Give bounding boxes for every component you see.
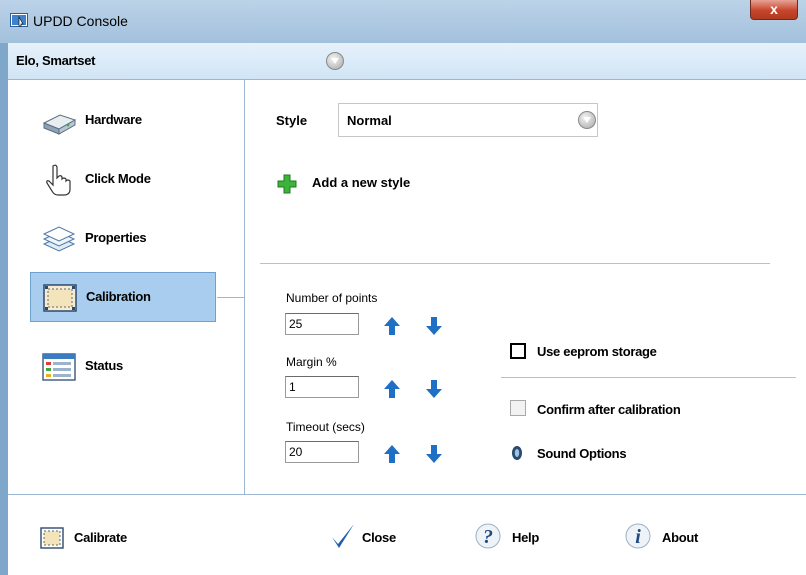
margin-input[interactable] [285,376,359,398]
main-panel: Hardware Click Mode Properties Calibrati… [8,80,806,494]
calibrate-icon [40,527,64,549]
calibrate-label: Calibrate [74,530,127,545]
sidebar-item-label: Click Mode [85,171,151,186]
timeout-input[interactable] [285,441,359,463]
eeprom-checkbox[interactable] [510,343,526,359]
style-label: Style [276,113,308,128]
device-name: Elo, Smartset [16,53,96,68]
window: UPDD Console x Elo, Smartset Hardware Cl… [0,0,806,575]
sidebar-item-hardware[interactable]: Hardware [30,96,216,146]
margin-up-arrow-icon[interactable] [382,378,402,400]
style-select[interactable]: Normal [338,103,598,137]
green-plus-icon [277,174,297,194]
calibration-icon [43,284,77,312]
sidebar-item-label: Status [85,358,123,373]
device-bar: Elo, Smartset [8,43,806,80]
help-label: Help [512,530,539,545]
sidebar-item-label: Hardware [85,112,142,127]
sidebar-item-label: Properties [85,230,147,245]
margin-down-arrow-icon[interactable] [424,378,444,400]
svg-text:?: ? [483,526,493,548]
hand-pointer-icon [46,164,71,196]
layers-icon [42,226,76,252]
add-style-label: Add a new style [312,175,411,190]
device-dropdown-icon[interactable] [326,52,344,70]
timeout-label: Timeout (secs) [286,420,365,434]
sound-options-link[interactable]: Sound Options [537,446,627,461]
points-up-arrow-icon[interactable] [382,315,402,337]
content-divider [260,263,770,264]
options-divider [501,377,796,378]
sidebar-item-calibration[interactable]: Calibration [30,272,216,322]
window-title: UPDD Console [33,13,128,29]
app-icon [10,13,28,27]
sidebar-item-label: Calibration [86,289,151,304]
sidebar-item-status[interactable]: Status [30,342,216,392]
svg-text:i: i [635,526,641,548]
close-label: Close [362,530,396,545]
sound-icon[interactable] [510,444,524,462]
points-input[interactable] [285,313,359,335]
title-bar[interactable]: UPDD Console x [0,0,806,43]
status-icon [42,353,76,381]
confirm-checkbox[interactable] [510,400,526,416]
timeout-up-arrow-icon[interactable] [382,443,402,465]
sidebar: Hardware Click Mode Properties Calibrati… [8,80,245,494]
sidebar-item-properties[interactable]: Properties [30,214,216,264]
sidebar-item-click-mode[interactable]: Click Mode [30,155,216,205]
points-down-arrow-icon[interactable] [424,315,444,337]
checkmark-icon [332,524,354,548]
margin-label: Margin % [286,355,337,369]
style-dropdown-icon[interactable] [578,111,596,129]
style-value: Normal [347,113,392,128]
about-label: About [662,530,699,545]
points-label: Number of points [286,291,378,305]
window-close-button[interactable]: x [750,0,798,20]
hardware-icon [42,114,77,135]
help-icon: ? [475,523,501,549]
eeprom-label: Use eeprom storage [537,344,657,359]
confirm-label: Confirm after calibration [537,402,681,417]
info-icon: i [625,523,651,549]
active-connector-line [217,297,245,298]
timeout-down-arrow-icon[interactable] [424,443,444,465]
